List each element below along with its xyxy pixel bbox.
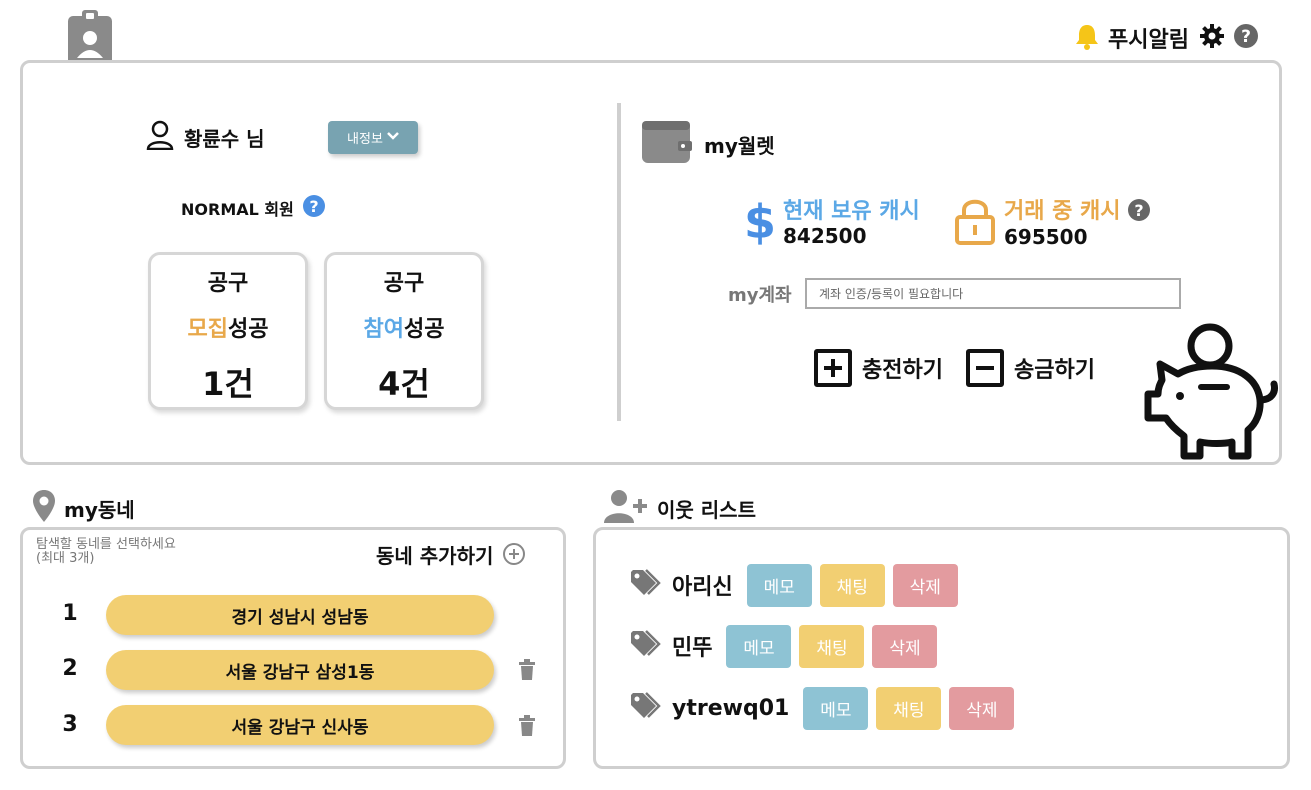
account-label: my계좌 — [728, 285, 792, 306]
trading-cash-value: 695500 — [1004, 224, 1088, 249]
svg-text:?: ? — [1241, 27, 1251, 47]
dollar-icon: $ — [744, 195, 776, 250]
neighbor-name: 민뚜 — [672, 636, 713, 661]
push-notification-label[interactable]: 푸시알림 — [1108, 22, 1189, 54]
card-divider — [617, 103, 621, 421]
dong-item[interactable]: 서울 강남구 삼성1동 — [106, 650, 494, 690]
dong-item-number: 3 — [62, 712, 78, 737]
delete-button[interactable]: 삭제 — [949, 686, 1015, 730]
trading-help-icon[interactable]: ? — [1127, 198, 1151, 226]
dong-section-title: my동네 — [32, 489, 135, 528]
stat-title: 공구 — [383, 271, 425, 296]
neighbor-name: 아리신 — [672, 575, 733, 600]
dong-item[interactable]: 경기 성남시 성남동 — [106, 595, 494, 635]
chevron-down-icon — [387, 130, 399, 145]
dong-item[interactable]: 서울 강남구 신사동 — [106, 705, 494, 745]
wallet-icon — [640, 119, 694, 169]
chat-button[interactable]: 채팅 — [876, 686, 942, 730]
memo-button[interactable]: 메모 — [803, 686, 869, 730]
profile-badge-icon[interactable] — [68, 10, 112, 66]
user-name: 황륜수 님 — [184, 126, 265, 151]
neighbor-row: 아리신 메모 채팅 삭제 — [630, 563, 958, 607]
current-cash-value: 842500 — [783, 223, 867, 248]
charge-button[interactable]: 충전하기 — [814, 347, 943, 389]
delete-button[interactable]: 삭제 — [872, 624, 938, 668]
trading-cash-label: 거래 중 캐시 — [1004, 198, 1121, 224]
stat-subtitle: 참여성공 — [363, 317, 445, 342]
bell-icon[interactable] — [1074, 22, 1100, 54]
add-user-icon — [603, 488, 649, 529]
account-input[interactable] — [805, 278, 1181, 309]
neighbor-name: ytrewq01 — [672, 695, 790, 721]
gear-icon[interactable] — [1199, 23, 1225, 53]
chat-button[interactable]: 채팅 — [799, 624, 865, 668]
trading-cash: 거래 중 캐시 ? 695500 — [954, 195, 1151, 250]
stat-count: 4건 — [378, 365, 430, 403]
memo-button[interactable]: 메모 — [726, 624, 792, 668]
dong-add-button[interactable]: 동네 추가하기 — [376, 538, 526, 570]
lock-icon — [954, 197, 996, 249]
neighbor-title-text: 이웃 리스트 — [657, 497, 756, 522]
myinfo-button[interactable]: 내정보 — [328, 121, 418, 154]
dong-hint: 탐색할 동네를 선택하세요 (최대 3개) — [36, 538, 256, 566]
dong-title-text: my동네 — [64, 497, 135, 522]
membership-help-icon[interactable]: ? — [302, 194, 326, 222]
charge-label: 충전하기 — [862, 358, 943, 383]
delete-button[interactable]: 삭제 — [892, 563, 958, 607]
memo-button[interactable]: 메모 — [746, 563, 812, 607]
piggy-bank-icon — [1140, 322, 1280, 462]
neighbor-row: 민뚜 메모 채팅 삭제 — [630, 624, 938, 668]
stat-count: 1건 — [202, 365, 254, 403]
help-icon[interactable]: ? — [1233, 23, 1259, 53]
tag-icon — [630, 569, 664, 601]
wallet-header: my월렛 — [640, 120, 775, 168]
chat-button[interactable]: 채팅 — [819, 563, 885, 607]
topbar: 푸시알림 ? — [1074, 20, 1259, 56]
trash-icon[interactable] — [517, 715, 537, 737]
user-icon — [146, 120, 174, 154]
wallet-title: my월렛 — [704, 133, 775, 158]
svg-text:$: $ — [745, 196, 775, 246]
plus-circle-icon — [503, 543, 526, 565]
tag-icon — [630, 692, 664, 724]
dong-hint-line2: (최대 3개) — [36, 551, 95, 566]
myinfo-label: 내정보 — [347, 132, 383, 147]
trash-icon[interactable] — [517, 659, 537, 681]
dong-add-label: 동네 추가하기 — [376, 543, 494, 568]
map-pin-icon — [32, 489, 56, 528]
svg-text:?: ? — [1134, 201, 1143, 220]
svg-text:?: ? — [309, 197, 318, 216]
dong-item-number: 1 — [62, 601, 78, 626]
send-button[interactable]: 송금하기 — [966, 347, 1095, 389]
user-row: 황륜수 님 — [146, 120, 265, 154]
recruit-success-card: 공구 모집성공 1건 — [148, 252, 308, 410]
stat-subtitle: 모집성공 — [187, 317, 269, 342]
current-cash-label: 현재 보유 캐시 — [783, 198, 920, 224]
neighbor-section-title: 이웃 리스트 — [603, 488, 756, 529]
dong-item-number: 2 — [62, 656, 78, 681]
dong-hint-line1: 탐색할 동네를 선택하세요 — [36, 537, 176, 552]
membership-row: NORMAL 회원 ? — [181, 193, 326, 223]
tag-icon — [630, 630, 664, 662]
join-success-card: 공구 참여성공 4건 — [324, 252, 484, 410]
neighbor-row: ytrewq01 메모 채팅 삭제 — [630, 686, 1015, 730]
current-cash: $ 현재 보유 캐시 842500 — [744, 195, 920, 250]
minus-square-icon — [966, 349, 1004, 387]
stat-title: 공구 — [207, 271, 249, 296]
membership-label: NORMAL 회원 — [181, 200, 294, 219]
send-label: 송금하기 — [1014, 358, 1095, 383]
plus-square-icon — [814, 349, 852, 387]
